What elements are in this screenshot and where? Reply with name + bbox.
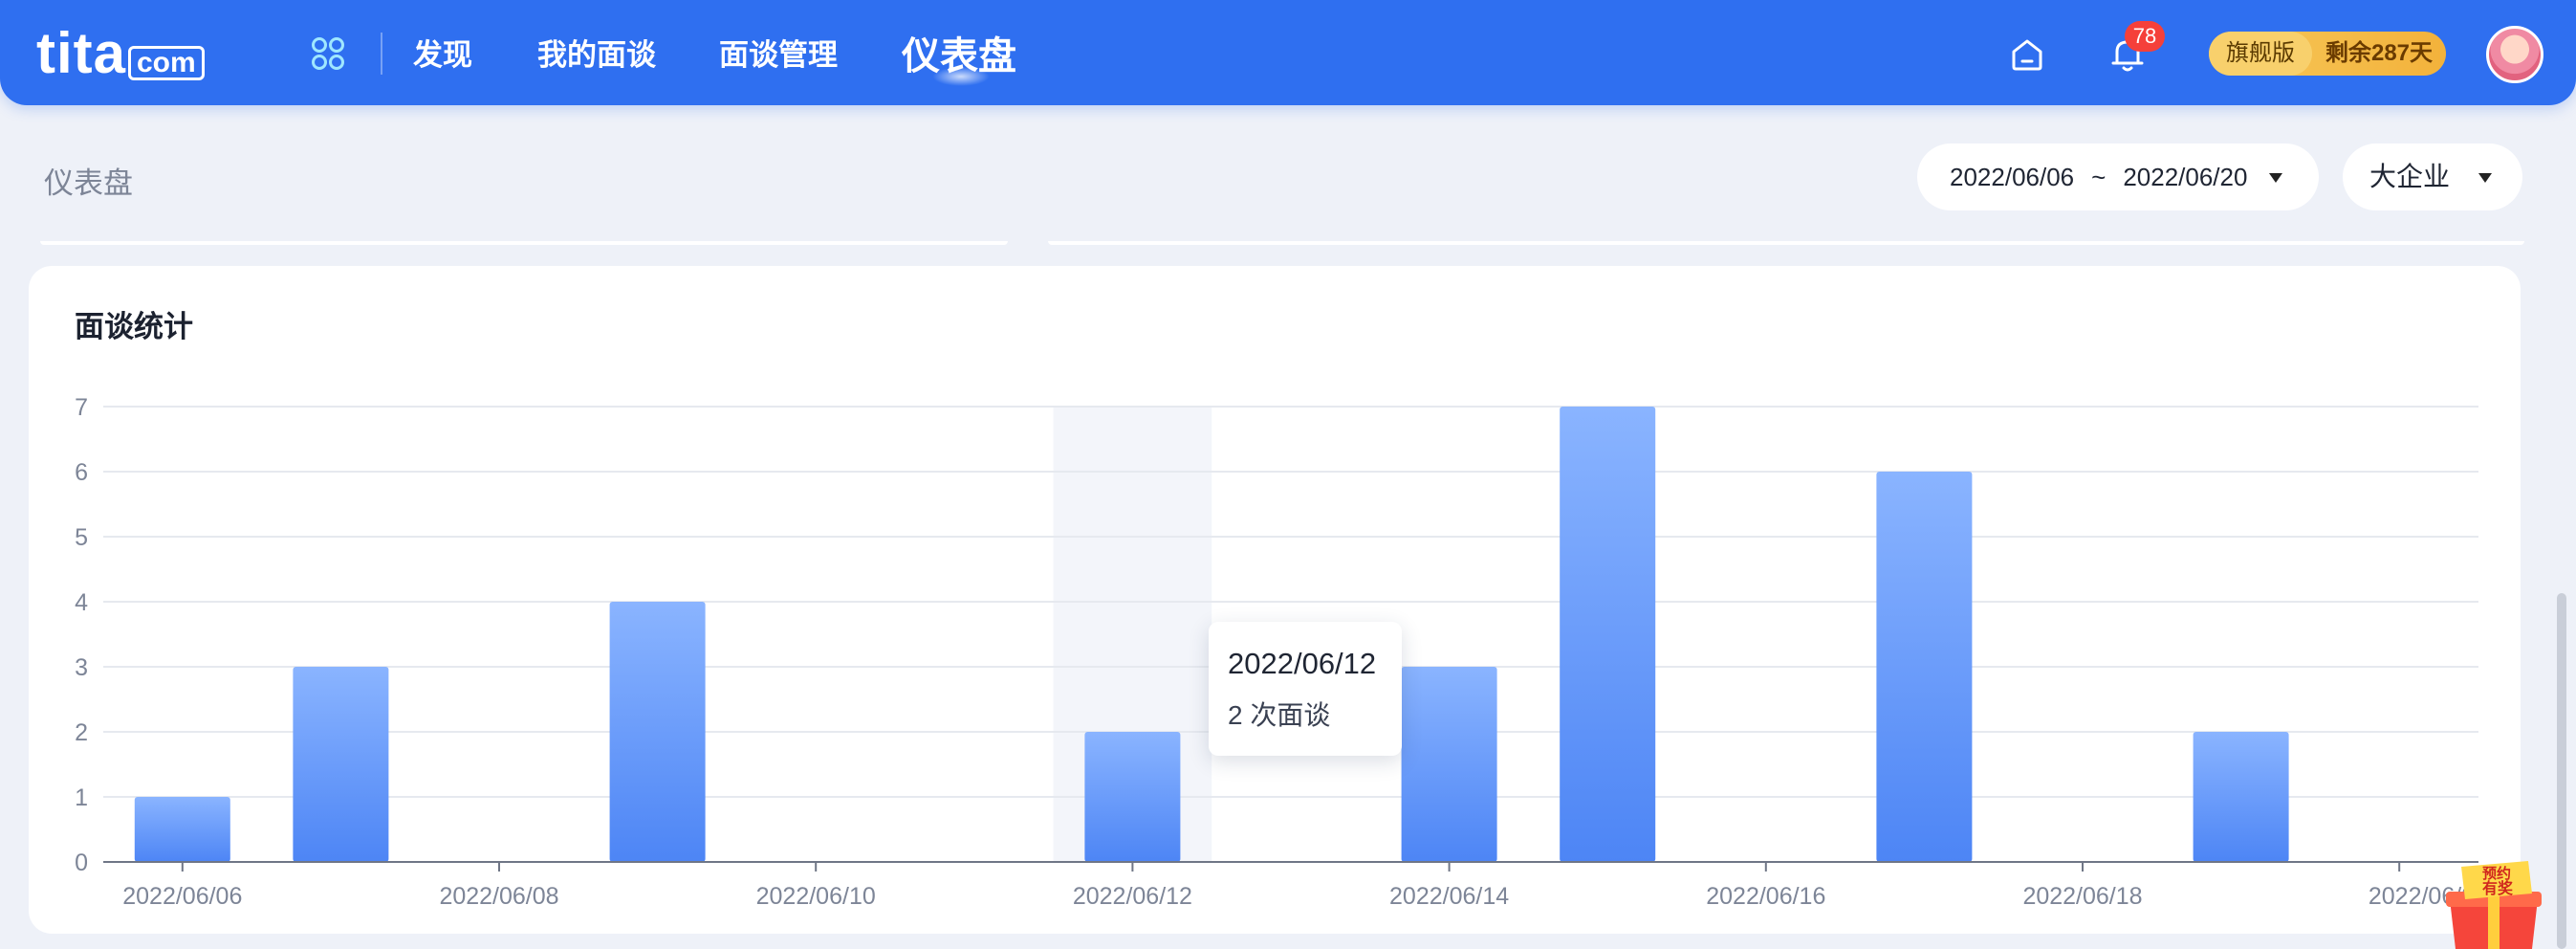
bar [609, 602, 706, 862]
promo-gift-icon[interactable]: 预约 有奖 [2436, 861, 2551, 949]
x-tick-label: 2022/06/08 [439, 883, 558, 910]
x-tick-label: 2022/06/10 [756, 883, 876, 910]
y-tick-label: 5 [75, 524, 88, 551]
y-tick-label: 6 [75, 459, 88, 486]
x-tick-label: 2022/06/06 [122, 883, 242, 910]
y-tick-label: 3 [75, 654, 88, 681]
chart-tooltip: 2022/06/12 2 次面谈 [1209, 622, 1402, 756]
y-tick-label: 4 [75, 589, 88, 616]
bar [1084, 732, 1181, 862]
tooltip-date: 2022/06/12 [1228, 647, 1377, 680]
x-tick-label: 2022/06/12 [1073, 883, 1192, 910]
bar [2193, 732, 2289, 862]
bar [1401, 667, 1497, 862]
bar [1876, 472, 1973, 862]
x-tick-label: 2022/06/14 [1389, 883, 1509, 910]
bar [1560, 407, 1656, 862]
y-tick-label: 7 [75, 394, 88, 421]
x-tick-label: 2022/06/16 [1706, 883, 1825, 910]
tooltip-value: 2 次面谈 [1228, 700, 1331, 730]
bar [134, 797, 230, 862]
promo-text-line2: 有奖 [2482, 879, 2514, 897]
page-scrollbar[interactable] [2557, 593, 2566, 949]
y-tick-label: 2 [75, 719, 88, 746]
bar [293, 667, 389, 862]
x-tick-label: 2022/06/18 [2022, 883, 2142, 910]
interview-stats-chart: 0 1 2 3 4 5 6 7 2022/06/06 2022/06/08 2022/06/10 2… [75, 394, 2488, 910]
y-tick-label: 1 [75, 784, 88, 811]
y-tick-label: 0 [75, 850, 88, 876]
